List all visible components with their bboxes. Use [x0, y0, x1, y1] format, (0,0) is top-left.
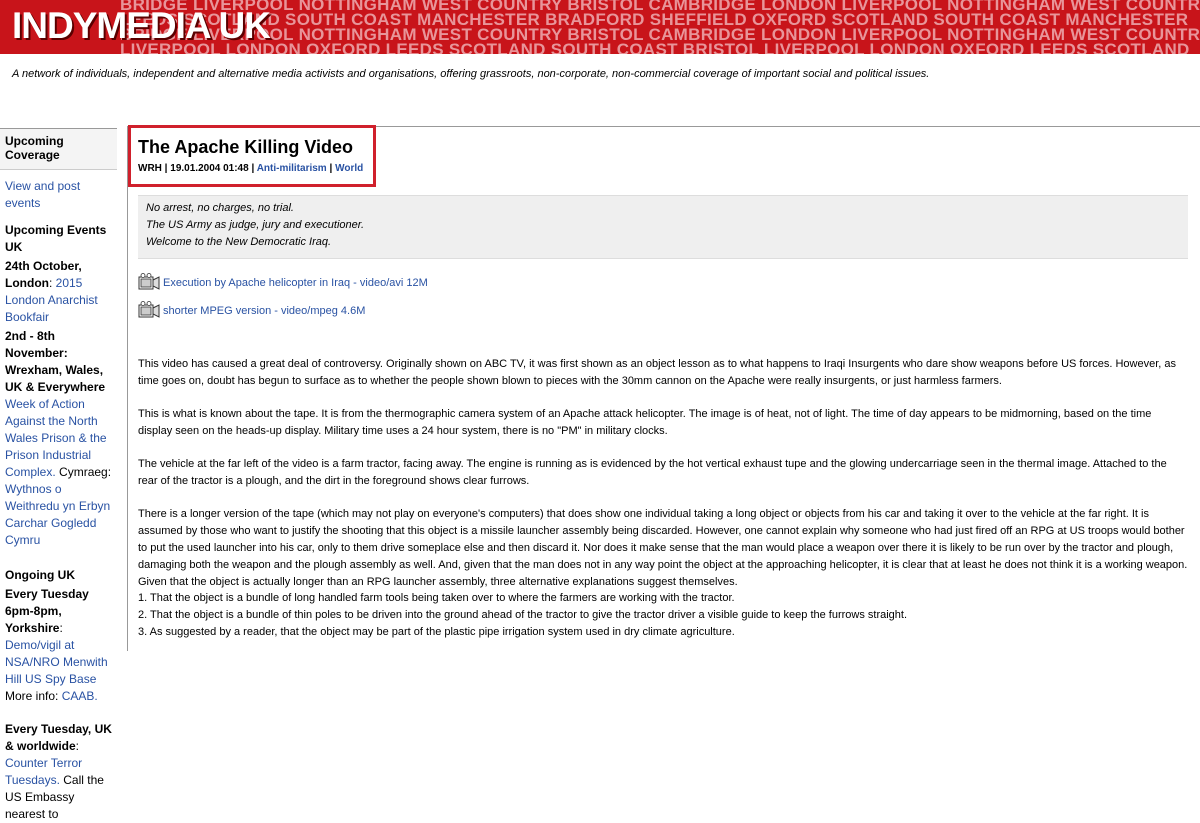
article-list: 1. That the object is a bundle of long h… [138, 590, 1188, 641]
summary-line: Welcome to the New Democratic Iraq. [146, 236, 332, 248]
upcoming-events-heading: Upcoming Events UK [5, 223, 107, 254]
article-paragraph: The vehicle at the far left of the video… [138, 458, 1167, 487]
meta-separator: | [329, 163, 333, 174]
list-item: 3. As suggested by a reader, that the ob… [138, 626, 735, 638]
ongoing-more-text: More info: [5, 689, 59, 703]
article-summary: No arrest, no charges, no trial. The US … [138, 195, 1188, 259]
site-tagline: A network of individuals, independent an… [12, 68, 930, 80]
meta-separator: | [251, 163, 255, 174]
list-item: 1. That the object is a bundle of long h… [138, 592, 735, 604]
ongoing-heading: Ongoing UK [5, 568, 75, 582]
ongoing-link[interactable]: CAAB. [62, 689, 98, 703]
topic-link-anti-militarism[interactable]: Anti-militarism [257, 163, 327, 174]
video-file-icon [138, 273, 160, 293]
banner-line: LIVERPOOL LONDON OXFORD LEEDS SCOTLAND S… [120, 40, 1190, 54]
video-file-icon [138, 301, 160, 321]
header-banner: BRIDGE LIVERPOOL NOTTINGHAM WEST COUNTRY… [0, 0, 1200, 54]
ongoing-date: Every Tuesday 6pm-8pm, Yorkshire [5, 587, 89, 635]
view-post-events-link[interactable]: View and post events [5, 179, 80, 210]
article-date: 19.01.2004 01:48 [170, 163, 249, 174]
ongoing-date: Every Tuesday, UK & worldwide [5, 722, 112, 753]
article-paragraph: There is a longer version of the tape (w… [138, 508, 1188, 588]
media-link[interactable]: Execution by Apache helicopter in Iraq -… [163, 277, 428, 289]
ongoing-link[interactable]: Demo/vigil at NSA/NRO Menwith Hill US Sp… [5, 638, 108, 686]
sidebar-heading: Upcoming Coverage [0, 129, 117, 170]
event-link[interactable]: Wythnos o Weithredu yn Erbyn Carchar Gog… [5, 482, 110, 547]
event-extra-text: Cymraeg: [59, 465, 112, 479]
event-date: 2nd - 8th November: Wrexham, Wales, UK &… [5, 329, 106, 394]
sidebar: Upcoming Coverage View and post events U… [0, 128, 117, 821]
media-link[interactable]: shorter MPEG version - video/mpeg 4.6M [163, 305, 365, 317]
topic-link-world[interactable]: World [335, 163, 363, 174]
media-item: shorter MPEG version - video/mpeg 4.6M [138, 301, 365, 321]
list-item: 2. That the object is a bundle of thin p… [138, 609, 908, 621]
summary-line: The US Army as judge, jury and execution… [146, 219, 365, 231]
summary-line: No arrest, no charges, no trial. [146, 202, 294, 214]
article-title: The Apache Killing Video [138, 137, 354, 157]
banner-city-names: BRIDGE LIVERPOOL NOTTINGHAM WEST COUNTRY… [120, 0, 1200, 54]
article-paragraph: This video has caused a great deal of co… [138, 358, 1177, 387]
article-paragraph: This is what is known about the tape. It… [138, 408, 1152, 437]
site-logo[interactable]: INDYMEDIA UK [12, 5, 271, 47]
media-item: Execution by Apache helicopter in Iraq -… [138, 273, 428, 293]
meta-separator: | [164, 163, 168, 174]
article-author: WRH [138, 163, 162, 174]
article-meta: WRH | 19.01.2004 01:48 | Anti-militarism… [138, 163, 363, 174]
